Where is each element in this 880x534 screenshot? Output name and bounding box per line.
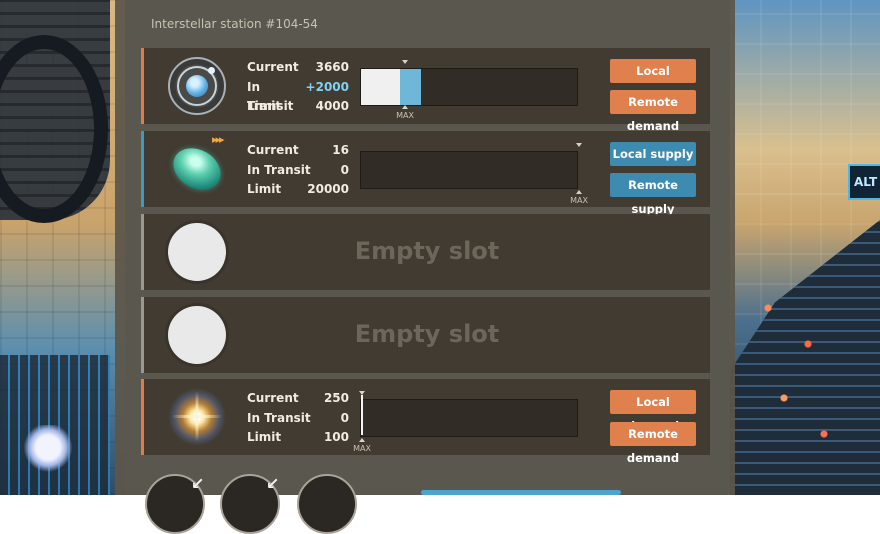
limit-value: 4000 (315, 99, 349, 113)
slot-stats: Current 16 In Transit 0 Limit 20000 (247, 141, 349, 200)
remote-demand-button[interactable]: Remote demand (610, 422, 696, 465)
local-demand-button[interactable]: Local demand (610, 59, 696, 102)
star-ray-vertical (195, 391, 199, 442)
current-value: 16 (332, 143, 349, 157)
current-value: 250 (323, 391, 349, 405)
empty-slot-label: Empty slot (354, 237, 500, 265)
warper-slot-button[interactable] (297, 474, 357, 534)
mech-unit (18, 425, 78, 475)
station-panel: Interstellar station #104-54 Current 3660… (115, 0, 735, 534)
slot-stats: Current 250 In Transit 0 Limit 100 (247, 389, 349, 448)
limit-label: Limit (247, 430, 282, 444)
local-supply-button[interactable]: Local supply (610, 142, 696, 166)
remote-demand-button[interactable]: Remote demand (610, 90, 696, 133)
storage-bar[interactable] (360, 68, 578, 106)
orbit-moon (208, 67, 215, 74)
limit-marker-bottom (359, 438, 365, 442)
storage-fill (361, 69, 400, 105)
limit-value: 100 (323, 430, 349, 444)
storage-slot-5: Current 250 In Transit 0 Limit 100 MAX Loca… (141, 379, 710, 465)
limit-value: 20000 (307, 182, 349, 196)
crystal-gem (165, 140, 229, 198)
storage-slot-4[interactable]: Empty slot (141, 297, 710, 373)
current-label: Current (247, 391, 299, 405)
limit-marker-top (359, 391, 365, 395)
in-transit-label: In Transit (247, 79, 294, 114)
max-label: MAX (353, 444, 371, 453)
storage-slot-3[interactable]: Empty slot (141, 214, 710, 290)
storage-slot-1: Current 3660 In Transit +2000 Limit 4000 MA… (141, 48, 710, 133)
insert-arrow-icon: ↙ (266, 474, 280, 493)
tower-lights (760, 290, 840, 470)
orbit-core (186, 75, 208, 97)
transit-fill (399, 69, 422, 105)
starburst-icon[interactable] (168, 388, 226, 446)
storage-fill-line (361, 395, 363, 435)
station-title: Interstellar station #104-54 (151, 17, 318, 31)
empty-slot-label: Empty slot (354, 320, 500, 348)
orbit-icon[interactable] (168, 57, 226, 115)
max-label: MAX (396, 111, 414, 120)
local-demand-button[interactable]: Local demand (610, 390, 696, 433)
limit-marker-bottom (402, 105, 408, 109)
limit-marker-top (576, 143, 582, 147)
in-transit-value: +2000 (305, 79, 349, 94)
remote-supply-button[interactable]: Remote supply (610, 173, 696, 216)
current-label: Current (247, 143, 299, 157)
alt-badge: ALT (848, 164, 880, 200)
speed-arrows-icon: ▸▸▸ (212, 133, 225, 146)
storage-bar[interactable] (360, 399, 578, 437)
storage-slot-2: ▸▸▸ Current 16 In Transit 0 Limit 20000 MAX… (141, 131, 710, 216)
in-transit-label: In Transit (247, 162, 311, 177)
limit-label: Limit (247, 99, 282, 113)
limit-label: Limit (247, 182, 282, 196)
power-bar (421, 490, 621, 495)
storage-bar[interactable] (360, 151, 578, 189)
slot-stats: Current 3660 In Transit +2000 Limit 4000 (247, 58, 349, 117)
in-transit-value: 0 (340, 410, 349, 425)
limit-marker-top (402, 60, 408, 64)
in-transit-label: In Transit (247, 410, 311, 425)
max-label: MAX (570, 196, 588, 205)
insert-arrow-icon: ↙ (191, 474, 205, 493)
in-transit-value: 0 (340, 162, 349, 177)
crystal-icon[interactable] (165, 140, 229, 198)
limit-marker-bottom (576, 190, 582, 194)
current-value: 3660 (315, 60, 349, 74)
current-label: Current (247, 60, 299, 74)
